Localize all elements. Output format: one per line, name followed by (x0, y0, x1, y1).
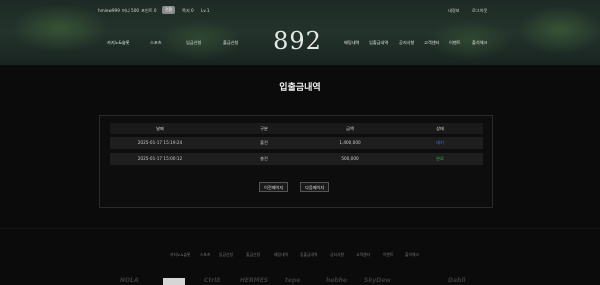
pagination: 이전페이지 다음페이지 (100, 182, 494, 192)
top-bar: hmiew999 머니 500 포인트 0 전환 쪽지 0 Lv.1 내정보 로… (98, 6, 600, 17)
row-type: 충전 (260, 156, 268, 161)
page-title: 입출금내역 (279, 83, 321, 93)
nav-notice[interactable]: 공지사항 (399, 40, 414, 46)
header-type: 구분 (260, 126, 268, 131)
row-amount: 1,400,000 (339, 140, 361, 145)
footer-link-bet-history[interactable]: 배팅내역 (274, 252, 288, 258)
nav-transaction-history[interactable]: 입출금내역 (369, 40, 388, 46)
partner-logo-box (163, 278, 185, 285)
footer-link-casino-slot[interactable]: 카지노&슬롯 (170, 252, 190, 258)
partner-logo: Ctrl8 (204, 277, 221, 284)
footer-link-event[interactable]: 이벤트 (383, 252, 393, 258)
logout-link[interactable]: 로그아웃 (472, 8, 487, 14)
header-status: 상태 (436, 126, 444, 131)
next-page-button[interactable]: 다음페이지 (300, 182, 330, 192)
transaction-panel: 날짜 구분 금액 상태 2025-01-17 15:19:24 출전 1,400… (99, 115, 493, 208)
level-badge: Lv.1 (201, 8, 210, 13)
nav-casino-slot[interactable]: 카지노&슬롯 (107, 40, 130, 46)
footer-link-deposit[interactable]: 입금신청 (219, 252, 233, 258)
row-date: 2025-01-17 15:00:12 (137, 156, 183, 161)
header-date: 날짜 (156, 126, 164, 131)
username: hmiew999 (98, 8, 120, 13)
nav-withdraw[interactable]: 출금신청 (223, 40, 238, 46)
partner-logo: SkyDew (364, 277, 391, 284)
footer-link-transaction-history[interactable]: 입출금내역 (300, 252, 317, 258)
note-link[interactable]: 쪽지 0 (182, 8, 194, 14)
partner-logo: HERMES (240, 277, 269, 284)
site-logo[interactable]: 892 (270, 27, 325, 55)
footer-link-withdraw[interactable]: 출금신청 (246, 252, 260, 258)
site-header: hmiew999 머니 500 포인트 0 전환 쪽지 0 Lv.1 내정보 로… (0, 0, 600, 65)
row-type: 출전 (260, 140, 268, 145)
partner-logo: hebhe (326, 277, 347, 284)
footer-link-sports[interactable]: 스포츠 (200, 252, 210, 258)
header-amount: 금액 (346, 126, 354, 131)
nav-sports[interactable]: 스포츠 (150, 40, 162, 46)
partner-logo: Dabli (448, 277, 466, 284)
money-balance: 머니 500 (122, 8, 140, 13)
nav-attendance[interactable]: 출석체크 (472, 40, 487, 46)
row-amount: 500,000 (341, 156, 359, 161)
prev-page-button[interactable]: 이전페이지 (259, 182, 289, 192)
point-balance: 포인트 0 (141, 8, 157, 13)
partner-logo: NOLA (120, 277, 139, 284)
partner-logos: NOLA Ctrl8 HERMES tepe hebhe SkyDew Dabl… (0, 277, 600, 285)
convert-point-button[interactable]: 전환 (162, 6, 176, 14)
footer-link-attendance[interactable]: 출석체크 (405, 252, 419, 258)
table-header: 날짜 구분 금액 상태 (110, 123, 483, 134)
nav-bet-history[interactable]: 배팅내역 (344, 40, 359, 46)
row-status: 완료 (436, 156, 444, 161)
footer-link-support[interactable]: 고객센터 (356, 252, 370, 258)
footer-link-notice[interactable]: 공지사항 (330, 252, 344, 258)
footer-nav: 카지노&슬롯 스포츠 입금신청 출금신청 배팅내역 입출금내역 공지사항 고객센… (0, 252, 600, 260)
nav-support[interactable]: 고객센터 (424, 40, 439, 46)
nav-deposit[interactable]: 입금신청 (186, 40, 201, 46)
nav-event[interactable]: 이벤트 (449, 40, 461, 46)
partner-logo: tepe (285, 277, 301, 284)
row-status: 대기 (436, 140, 444, 145)
table-row: 2025-01-17 15:19:24 출전 1,400,000 대기 (110, 137, 483, 149)
table-row: 2025-01-17 15:00:12 충전 500,000 완료 (110, 153, 483, 165)
footer-divider (0, 228, 600, 229)
row-date: 2025-01-17 15:19:24 (137, 140, 183, 145)
mypage-link[interactable]: 내정보 (448, 8, 460, 14)
transaction-table: 날짜 구분 금액 상태 2025-01-17 15:19:24 출전 1,400… (110, 123, 483, 169)
